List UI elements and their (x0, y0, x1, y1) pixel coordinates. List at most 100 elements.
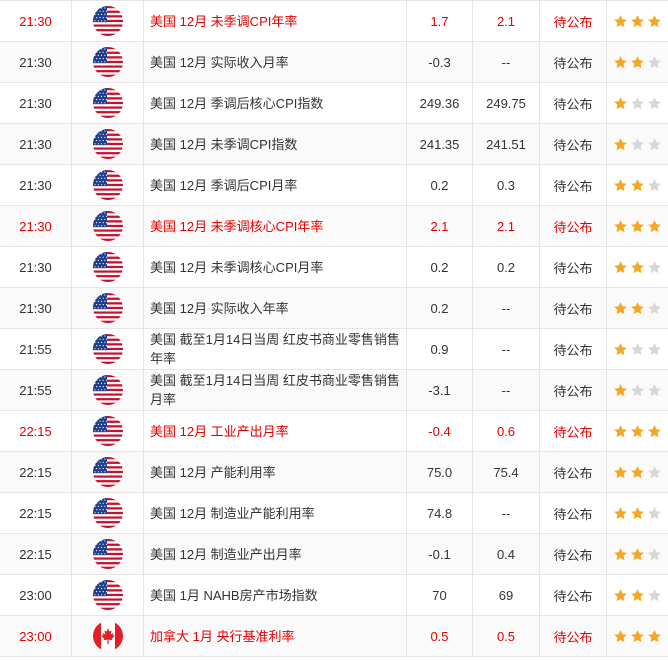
star-filled-icon (613, 96, 628, 111)
time-cell: 23:00 (0, 575, 72, 615)
time-cell: 22:15 (0, 452, 72, 492)
calendar-row[interactable]: 22:15 美国 12月 制造业产能利用率 74.8 -- 待公布 (0, 493, 668, 534)
event-cell[interactable]: 美国 12月 未季调CPI指数 (144, 124, 407, 164)
importance-stars (613, 55, 662, 70)
event-cell[interactable]: 美国 12月 未季调核心CPI年率 (144, 206, 407, 246)
event-cell[interactable]: 美国 12月 工业产出月率 (144, 411, 407, 451)
event-cell[interactable]: 加拿大 1月 央行基准利率 (144, 616, 407, 656)
event-cell[interactable]: 美国 12月 产能利用率 (144, 452, 407, 492)
importance-stars (613, 629, 662, 644)
importance-stars (613, 14, 662, 29)
forecast-value: -- (501, 382, 511, 398)
event-name[interactable]: 美国 12月 制造业产出月率 (150, 545, 302, 564)
event-name[interactable]: 美国 12月 实际收入年率 (150, 299, 289, 318)
actual-cell: 待公布 (540, 575, 607, 615)
event-cell[interactable]: 美国 截至1月14日当周 红皮书商业零售销售月率 (144, 370, 407, 410)
event-cell[interactable]: 美国 12月 制造业产出月率 (144, 534, 407, 574)
event-name[interactable]: 加拿大 1月 央行基准利率 (150, 627, 294, 646)
event-cell[interactable]: 美国 12月 未季调CPI年率 (144, 1, 407, 41)
event-name[interactable]: 美国 12月 未季调CPI指数 (150, 135, 297, 154)
calendar-row[interactable]: 21:55 美国 截至1月14日当周 红皮书商业零售销售年率 0.9 -- 待公… (0, 329, 668, 370)
actual-cell: 待公布 (540, 206, 607, 246)
event-cell[interactable]: 美国 截至1月14日当周 红皮书商业零售销售年率 (144, 329, 407, 369)
previous-cell: 1.7 (407, 1, 473, 41)
event-cell[interactable]: 美国 12月 季调后CPI月率 (144, 165, 407, 205)
previous-value: 0.9 (430, 341, 449, 357)
star-filled-icon (630, 260, 645, 275)
us-flag-icon (92, 88, 123, 118)
event-cell[interactable]: 美国 12月 制造业产能利用率 (144, 493, 407, 533)
actual-value: 待公布 (553, 342, 593, 358)
previous-cell: 70 (407, 575, 473, 615)
calendar-row[interactable]: 23:00 美国 1月 NAHB房产市场指数 70 69 待公布 (0, 575, 668, 616)
event-name[interactable]: 美国 12月 制造业产能利用率 (150, 504, 315, 523)
event-time: 21:30 (19, 13, 52, 29)
importance-cell (607, 329, 668, 369)
flag-cell (72, 411, 144, 451)
calendar-row[interactable]: 21:30 美国 12月 未季调CPI指数 241.35 241.51 待公布 (0, 124, 668, 165)
event-cell[interactable]: 美国 1月 NAHB房产市场指数 (144, 575, 407, 615)
event-name[interactable]: 美国 12月 产能利用率 (150, 463, 276, 482)
star-empty-icon (647, 465, 662, 480)
calendar-row[interactable]: 22:15 美国 12月 产能利用率 75.0 75.4 待公布 (0, 452, 668, 493)
forecast-value: 249.75 (486, 95, 526, 111)
actual-cell: 待公布 (540, 370, 607, 410)
forecast-value: 0.2 (496, 259, 516, 275)
calendar-row[interactable]: 21:30 美国 12月 未季调CPI年率 1.7 2.1 待公布 (0, 1, 668, 42)
forecast-cell: 241.51 (473, 124, 540, 164)
forecast-cell: 0.3 (473, 165, 540, 205)
previous-value: 0.2 (430, 259, 449, 275)
calendar-row[interactable]: 22:15 美国 12月 工业产出月率 -0.4 0.6 待公布 (0, 411, 668, 452)
calendar-row[interactable]: 21:30 美国 12月 季调后CPI月率 0.2 0.3 待公布 (0, 165, 668, 206)
calendar-row[interactable]: 21:30 美国 12月 未季调核心CPI月率 0.2 0.2 待公布 (0, 247, 668, 288)
star-empty-icon (647, 383, 662, 398)
actual-value: 待公布 (553, 96, 593, 112)
importance-cell (607, 370, 668, 410)
event-cell[interactable]: 美国 12月 实际收入月率 (144, 42, 407, 82)
star-filled-icon (647, 14, 662, 29)
actual-value: 待公布 (553, 14, 593, 30)
event-name[interactable]: 美国 12月 未季调CPI年率 (150, 12, 297, 31)
forecast-value: -- (501, 505, 511, 521)
forecast-value: 0.5 (496, 628, 516, 644)
flag-cell (72, 124, 144, 164)
star-filled-icon (613, 137, 628, 152)
event-name[interactable]: 美国 1月 NAHB房产市场指数 (150, 586, 318, 605)
star-empty-icon (647, 260, 662, 275)
calendar-row[interactable]: 21:30 美国 12月 实际收入月率 -0.3 -- 待公布 (0, 42, 668, 83)
actual-cell: 待公布 (540, 329, 607, 369)
event-time: 23:00 (19, 628, 52, 644)
star-filled-icon (613, 547, 628, 562)
forecast-cell: -- (473, 329, 540, 369)
star-empty-icon (647, 96, 662, 111)
event-name[interactable]: 美国 12月 未季调核心CPI月率 (150, 258, 323, 277)
importance-stars (613, 260, 662, 275)
event-time: 21:30 (19, 54, 52, 70)
event-name[interactable]: 美国 12月 实际收入月率 (150, 53, 289, 72)
calendar-row[interactable]: 23:00 加拿大 1月 央行基准利率 0.5 0.5 待公布 (0, 616, 668, 657)
forecast-cell: 249.75 (473, 83, 540, 123)
event-name[interactable]: 美国 12月 季调后CPI月率 (150, 176, 297, 195)
us-flag-icon (92, 211, 123, 241)
star-filled-icon (613, 424, 628, 439)
event-cell[interactable]: 美国 12月 实际收入年率 (144, 288, 407, 328)
calendar-row[interactable]: 21:30 美国 12月 实际收入年率 0.2 -- 待公布 (0, 288, 668, 329)
calendar-row[interactable]: 22:15 美国 12月 制造业产出月率 -0.1 0.4 待公布 (0, 534, 668, 575)
event-name[interactable]: 美国 截至1月14日当周 红皮书商业零售销售年率 (150, 330, 406, 368)
star-filled-icon (647, 219, 662, 234)
event-name[interactable]: 美国 12月 工业产出月率 (150, 422, 289, 441)
calendar-row[interactable]: 21:30 美国 12月 季调后核心CPI指数 249.36 249.75 待公… (0, 83, 668, 124)
star-filled-icon (630, 465, 645, 480)
actual-value: 待公布 (553, 629, 593, 645)
event-name[interactable]: 美国 12月 季调后核心CPI指数 (150, 94, 323, 113)
calendar-row[interactable]: 21:55 美国 截至1月14日当周 红皮书商业零售销售月率 -3.1 -- 待… (0, 370, 668, 411)
event-cell[interactable]: 美国 12月 未季调核心CPI月率 (144, 247, 407, 287)
forecast-cell: 2.1 (473, 1, 540, 41)
event-cell[interactable]: 美国 12月 季调后核心CPI指数 (144, 83, 407, 123)
calendar-row[interactable]: 21:30 美国 12月 未季调核心CPI年率 2.1 2.1 待公布 (0, 206, 668, 247)
event-name[interactable]: 美国 截至1月14日当周 红皮书商业零售销售月率 (150, 371, 406, 409)
event-time: 21:55 (19, 341, 52, 357)
importance-cell (607, 575, 668, 615)
event-name[interactable]: 美国 12月 未季调核心CPI年率 (150, 217, 323, 236)
importance-cell (607, 616, 668, 656)
